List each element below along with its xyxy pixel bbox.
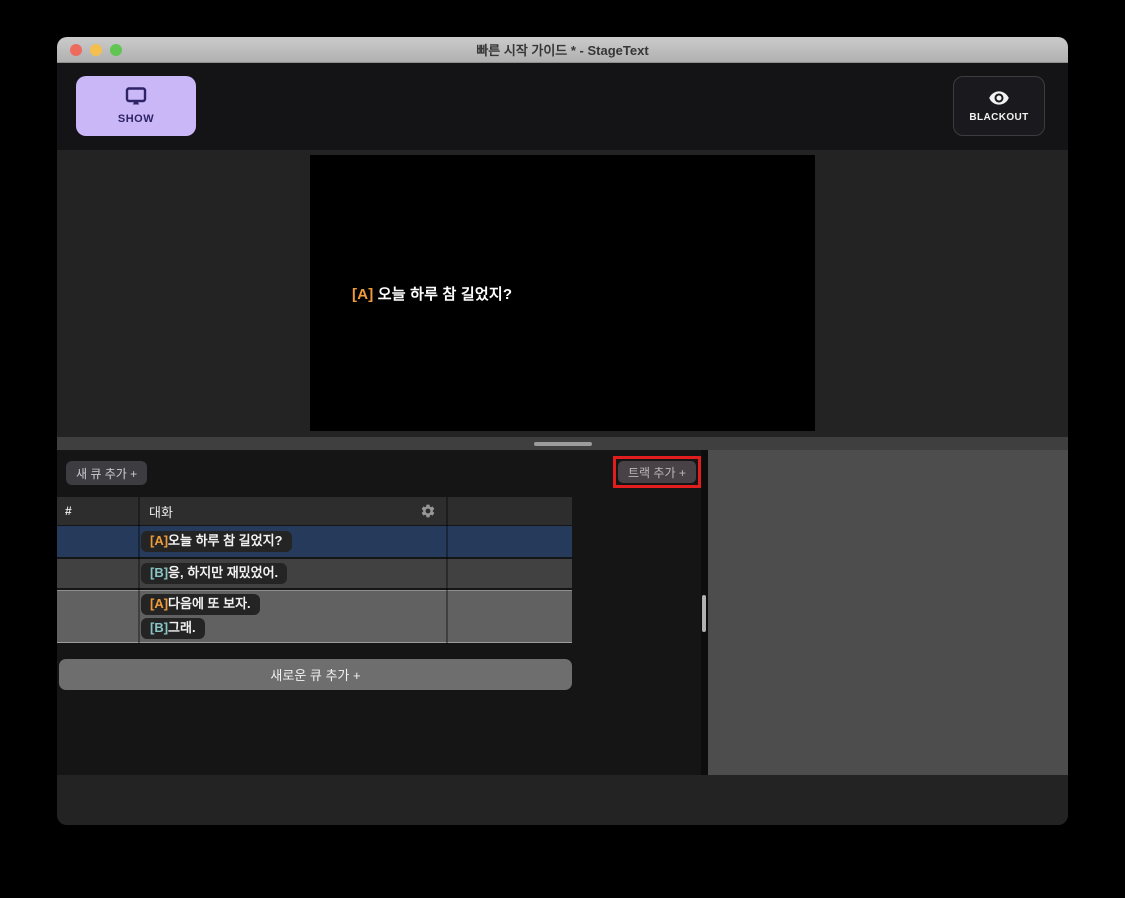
preview-section: [A] 오늘 하루 참 길었지? (57, 150, 1068, 437)
speaker-tag: [B] (150, 565, 169, 581)
titlebar: 빠른 시작 가이드 * - StageText (57, 37, 1068, 63)
cue-list-pane: 새 큐 추가 + 트랙 추가 + # 대화 [A] 오늘 하루 참 길었지? [… (57, 450, 701, 775)
preview-caption: [A] 오늘 하루 참 길었지? (310, 283, 512, 304)
show-button[interactable]: SHOW (76, 76, 196, 136)
speaker-tag: [A] (150, 596, 169, 612)
column-header-empty[interactable] (448, 497, 572, 525)
tutorial-highlight-box: 트랙 추가 + (613, 456, 701, 488)
column-divider (138, 497, 140, 644)
column-header-number[interactable]: # (57, 497, 139, 525)
panel-divider (57, 437, 1068, 450)
chip-text: 그래. (168, 620, 196, 635)
dialogue-chip[interactable]: [B] 응, 하지만 재밌었어. (141, 563, 288, 584)
cue-row[interactable]: [A] 다음에 또 보자. [B] 그래. (57, 590, 572, 643)
column-divider (446, 497, 448, 644)
column-header-track[interactable]: 대화 (139, 497, 448, 525)
cue-table: # 대화 [A] 오늘 하루 참 길었지? [B] 응, 하지만 재밌었어. [… (57, 497, 572, 643)
monitor-icon (124, 87, 148, 110)
show-button-label: SHOW (117, 113, 155, 125)
output-preview-screen: [A] 오늘 하루 참 길었지? (310, 155, 815, 431)
scrollbar-thumb[interactable] (702, 595, 706, 632)
eye-icon (988, 90, 1010, 109)
gear-icon[interactable] (420, 503, 436, 519)
inspector-pane (708, 450, 1068, 775)
blackout-button-label: BLACKOUT (969, 111, 1029, 123)
window-title: 빠른 시작 가이드 * - StageText (476, 43, 649, 58)
dialogue-chip[interactable]: [B] 그래. (141, 618, 205, 639)
preview-line-text: 오늘 하루 참 길었지? (373, 285, 513, 303)
zoom-window-button[interactable] (110, 44, 122, 56)
divider-drag-handle[interactable] (533, 442, 592, 446)
speaker-tag: [A] (150, 533, 169, 549)
add-cue-button[interactable]: 새 큐 추가 + (66, 461, 148, 485)
add-track-button[interactable]: 트랙 추가 + (618, 461, 696, 483)
preview-speaker-tag: [A] (352, 285, 374, 303)
chip-text: 응, 하지만 재밌었어. (168, 565, 279, 581)
chip-text: 다음에 또 보자. (168, 596, 251, 612)
chip-text: 오늘 하루 참 길었지? (168, 533, 283, 549)
cue-table-header: # 대화 (57, 497, 572, 525)
speaker-tag: [B] (150, 620, 169, 635)
dialogue-chip[interactable]: [A] 오늘 하루 참 길었지? (141, 531, 292, 552)
bottom-status-bar (57, 775, 1068, 825)
dialogue-chip[interactable]: [A] 다음에 또 보자. (141, 594, 260, 615)
cue-row[interactable]: [B] 응, 하지만 재밌었어. (57, 559, 572, 588)
minimize-window-button[interactable] (90, 44, 102, 56)
close-window-button[interactable] (70, 44, 82, 56)
toolbar: SHOW BLACKOUT (57, 63, 1068, 150)
column-header-track-label: 대화 (149, 504, 173, 520)
traffic-lights (70, 44, 122, 56)
bottom-area: 새 큐 추가 + 트랙 추가 + # 대화 [A] 오늘 하루 참 길었지? [… (57, 450, 1068, 775)
cue-row-selected[interactable]: [A] 오늘 하루 참 길었지? (57, 526, 572, 557)
scrollbar-track[interactable] (701, 450, 708, 775)
blackout-button[interactable]: BLACKOUT (953, 76, 1045, 136)
add-new-cue-button[interactable]: 새로운 큐 추가 + (59, 659, 572, 690)
app-window: 빠른 시작 가이드 * - StageText SHOW BLACKOUT [A… (57, 37, 1068, 825)
